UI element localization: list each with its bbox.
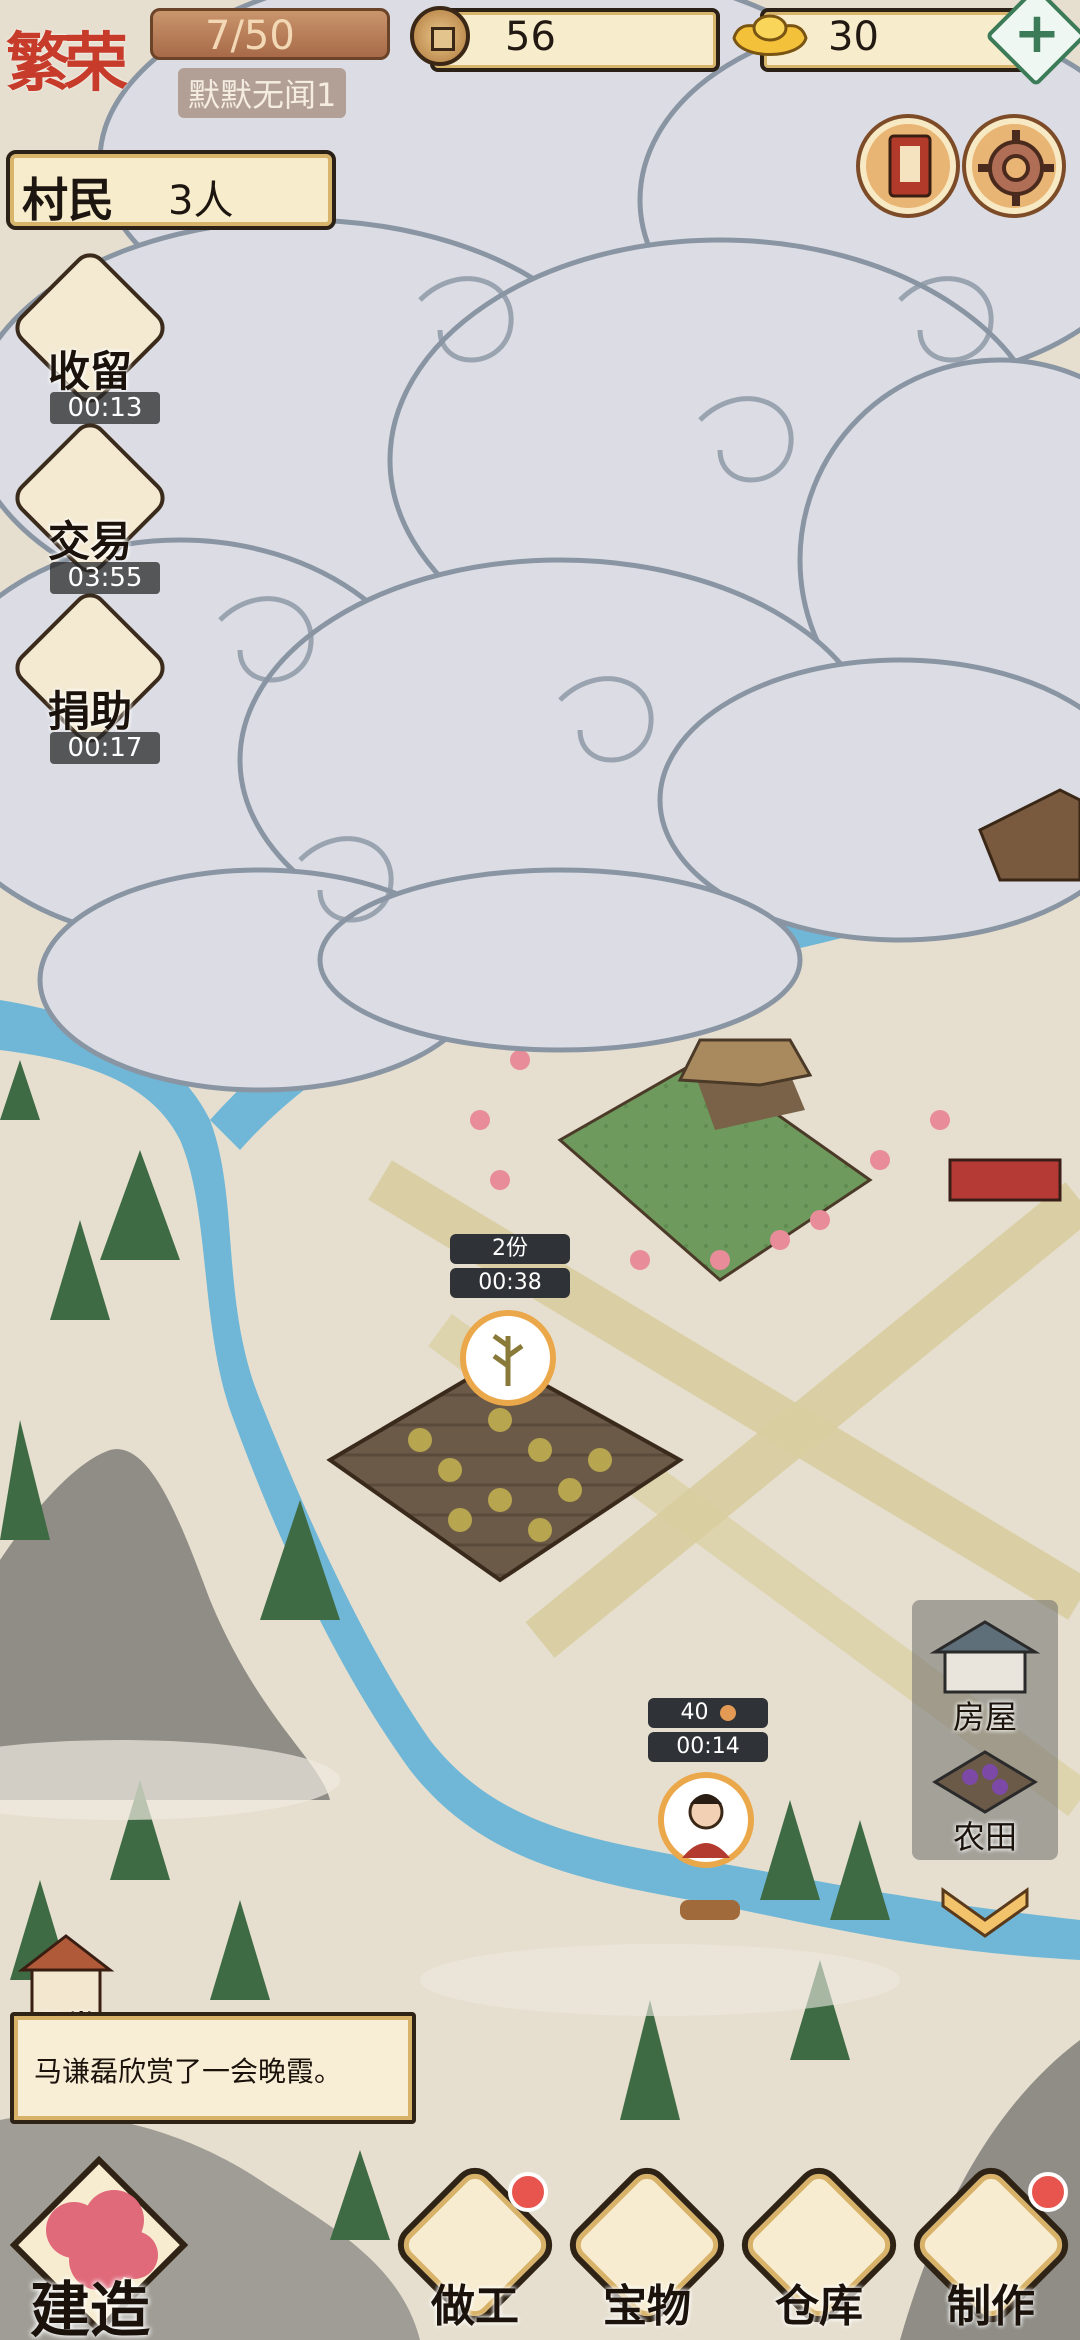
plus-icon: + — [1013, 1, 1061, 66]
house-icon — [929, 1620, 1041, 1694]
daily-log-message: 马谦磊欣赏了一会晚霞。 — [34, 2055, 343, 2088]
villager-marker[interactable] — [658, 1772, 754, 1868]
nav-treasure-button[interactable]: 宝物 — [560, 2158, 734, 2332]
farmland-icon — [932, 1750, 1038, 1814]
nav-label: 做工 — [431, 2281, 519, 2332]
farm-timer-tag: 00:38 — [450, 1268, 570, 1298]
event-label: 捐助 — [47, 687, 132, 736]
nav-warehouse-button[interactable]: 仓库 — [732, 2158, 906, 2332]
gear-icon — [978, 130, 1054, 206]
side-item-label: 农田 — [952, 1818, 1017, 1856]
prosperity-title: 繁荣 — [6, 26, 128, 101]
wheat-icon — [492, 1333, 524, 1386]
nav-label: 宝物 — [603, 2281, 691, 2332]
nav-label: 制作 — [947, 2281, 1035, 2332]
event-donate-button[interactable]: 捐助 00:17 — [7, 585, 173, 764]
records-button[interactable] — [860, 118, 956, 214]
book-icon — [888, 134, 932, 198]
copper-amount: 56 — [505, 14, 556, 60]
copper-coin-icon — [410, 6, 470, 66]
event-trade-button[interactable]: 交易 03:55 — [7, 415, 173, 594]
side-item-house[interactable]: 房屋 — [925, 1612, 1045, 1736]
farm-yield-tag: 2份 — [450, 1234, 570, 1264]
villager-coin-amount: 40 — [680, 1700, 709, 1725]
side-item-farmland[interactable]: 农田 — [925, 1732, 1045, 1856]
event-timer: 03:55 — [50, 562, 160, 594]
villager-portrait-icon — [682, 1794, 730, 1858]
event-timer: 00:17 — [50, 732, 160, 764]
notification-badge — [1028, 2172, 1068, 2212]
notification-badge — [508, 2172, 548, 2212]
gold-ingot-icon — [732, 14, 808, 56]
copper-resource[interactable] — [430, 8, 720, 72]
gold-amount: 30 — [828, 14, 879, 60]
event-timer: 00:13 — [50, 392, 160, 424]
copper-coin-icon — [719, 1705, 736, 1721]
prosperity-progress-text: 7/50 — [205, 13, 295, 59]
prosperity-banner[interactable]: 繁荣 7/50 默默无闻1 — [0, 0, 400, 118]
nav-label: 仓库 — [775, 2281, 863, 2332]
villager-label: 村民 — [22, 173, 114, 227]
event-label: 收留 — [47, 347, 132, 396]
player-name: 默默无闻1 — [178, 68, 347, 118]
settings-button[interactable] — [966, 118, 1062, 214]
villager-coin-tag: 40 — [648, 1698, 768, 1728]
villager-timer-tag: 00:14 — [648, 1732, 768, 1762]
chevron-down-icon[interactable] — [935, 1880, 1035, 1940]
farm-harvest-marker[interactable] — [460, 1310, 556, 1406]
villager-count: 3人 — [168, 178, 234, 224]
build-label: 建造 — [30, 2276, 150, 2340]
event-shelter-button[interactable]: 收留 00:13 — [7, 245, 173, 424]
event-label: 交易 — [47, 517, 132, 566]
game-map[interactable] — [0, 0, 1080, 2340]
